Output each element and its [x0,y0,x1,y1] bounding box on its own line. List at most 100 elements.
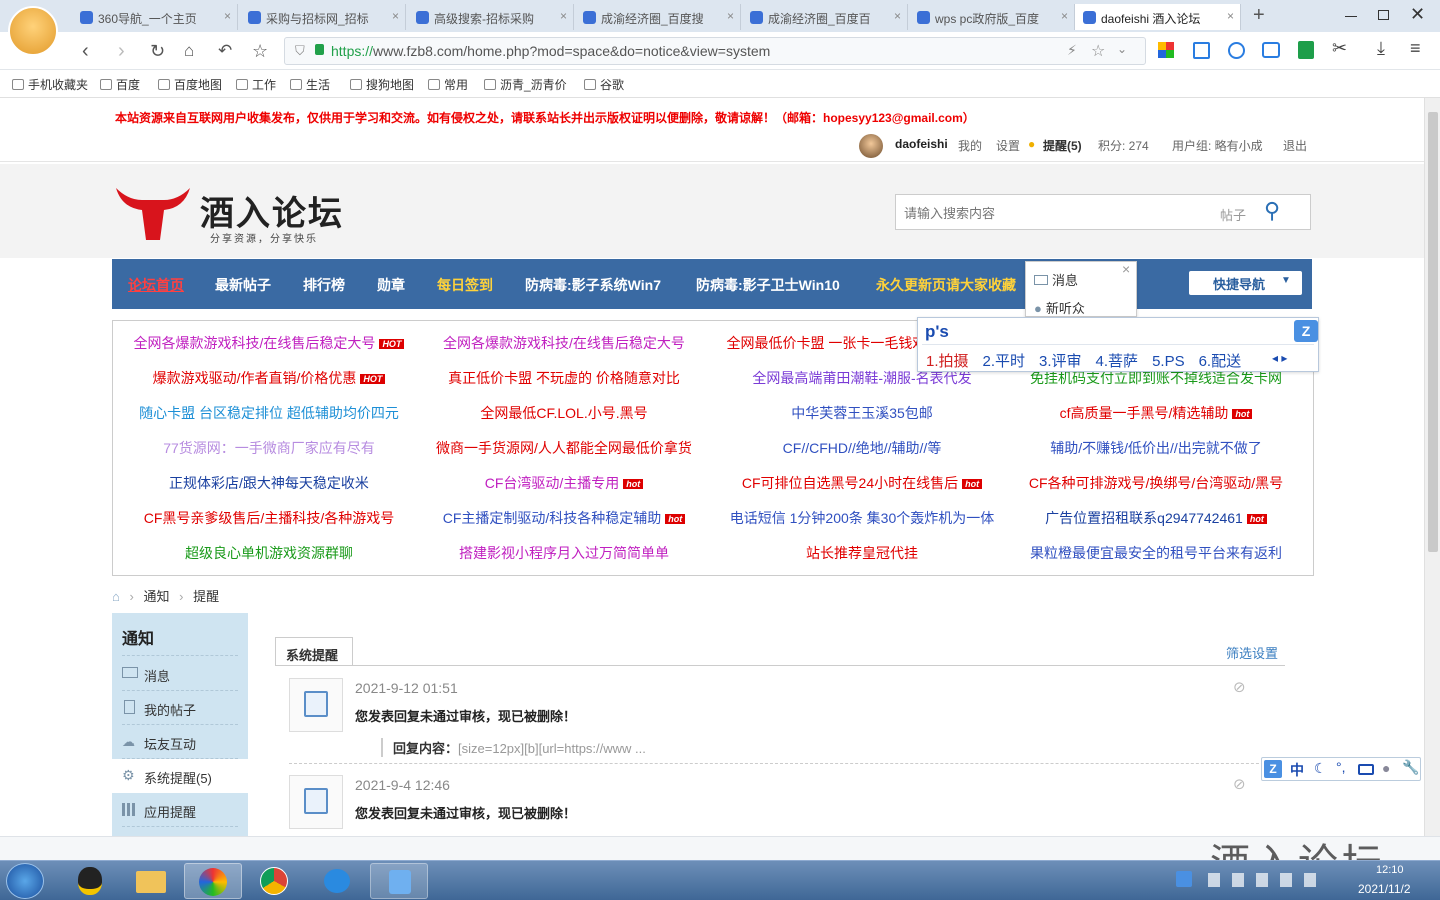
ad-link[interactable]: CF台湾驱动/主播专用 hot [414,473,714,493]
back-icon[interactable]: ‹ [82,40,89,62]
ime-candidate[interactable]: 3.评审 [1039,353,1082,370]
sidebar-item-interaction[interactable]: ☁ 坛友互动 [122,725,238,759]
ad-link[interactable]: 77货源网：一手微商厂家应有尽有 [119,438,419,458]
ad-link[interactable]: 随心卡盟 台区稳定排位 超低辅助均价四元 [119,403,419,423]
translate-icon[interactable] [1193,42,1210,59]
bookmark-item[interactable]: 百度 [100,76,140,93]
popup-item-messages[interactable]: 消息 [1034,270,1078,289]
window-close-button[interactable]: ✕ [1410,4,1425,25]
undo-icon[interactable]: ↶ [218,40,232,62]
ad-link[interactable]: 全网各爆款游戏科技/在线售后稳定大号 HOT [119,333,419,353]
new-tab-button[interactable]: + [1253,4,1265,27]
ignore-icon[interactable]: ⊘ [1233,775,1246,793]
ad-link[interactable]: CF可排位自选黑号24小时在线售后 hot [712,473,1012,493]
keyboard-icon[interactable] [1358,764,1374,775]
ad-link[interactable]: 微商一手货源网/人人都能全网最低价拿货 [414,438,714,458]
scrollbar-thumb[interactable] [1428,112,1438,552]
page-scrollbar[interactable] [1424,98,1440,836]
quick-nav-button[interactable]: 快捷导航 ▼ [1189,271,1302,295]
apps-grid-icon[interactable] [1158,42,1174,58]
menu-item-win10[interactable]: 防病毒:影子卫士Win10 [696,275,840,295]
sidebar-item-my-posts[interactable]: 我的帖子 [122,691,238,725]
sidebar-item-system[interactable]: ⚙ 系统提醒(5) [112,759,248,793]
bookmark-item[interactable]: 生活 [290,76,330,93]
download-icon[interactable]: ⤓ [1377,38,1385,59]
taskbar-qq[interactable] [60,863,118,899]
ime-next-page-icon[interactable]: ◂ ▸ [1272,351,1287,365]
window-restore-button[interactable] [1378,10,1389,20]
tray-date[interactable]: 2021/11/2 [1358,882,1411,896]
filter-settings-link[interactable]: 筛选设置 [1226,643,1278,662]
ad-link[interactable]: CF主播定制驱动/科技各种稳定辅助 hot [414,508,714,528]
search-icon[interactable]: ⚲ [1264,198,1280,224]
site-logo-name[interactable]: 酒入论坛 [200,186,344,235]
taskbar-explorer[interactable] [122,863,180,899]
ad-link[interactable]: 超级良心单机游戏资源群聊 [119,543,419,563]
window-minimize-button[interactable] [1345,16,1357,17]
tray-icons[interactable] [1208,873,1328,887]
tray-time[interactable]: 12:10 [1376,864,1404,876]
ad-link[interactable]: 全网最低CF.LOL.小号.黑号 [414,403,714,423]
ad-link[interactable]: CF各种可排游戏号/换绑号/台湾驱动/黑号 [1006,473,1306,493]
lightning-icon[interactable]: ⚡ [1067,42,1077,59]
browser-tab[interactable]: 采购与招标网_招标 × [240,4,406,30]
browser-tab[interactable]: daofeishi 酒入论坛 × [1075,4,1241,30]
user-link-reminders[interactable]: 提醒(5) [1043,137,1082,154]
ime-mode-toggle[interactable]: 中 [1290,760,1304,780]
user-icon[interactable]: ● [1382,760,1390,776]
tray-ime-icon[interactable] [1176,871,1192,887]
ime-candidate[interactable]: 1.拍摄 [926,353,969,370]
menu-item-win7[interactable]: 防病毒:影子系统Win7 [525,275,661,295]
menu-item-latest[interactable]: 最新帖子 [215,275,271,295]
ad-link[interactable]: 广告位置招租联系q2947742461 hot [1006,508,1306,528]
taskbar-qq-chat[interactable] [308,863,366,899]
ad-link[interactable]: 真正低价卡盟 不玩虚的 价格随意对比 [414,368,714,388]
tab-close-icon[interactable]: × [392,9,399,23]
ime-candidate[interactable]: 2.平时 [983,353,1026,370]
chevron-down-icon[interactable]: ⌄ [1117,42,1127,56]
screenshot-icon[interactable] [1262,42,1280,58]
browser-tab[interactable]: wps pc政府版_百度 × [909,4,1075,30]
address-bar[interactable]: ⛉ https://www.fzb8.com/home.php?mod=spac… [284,37,1146,65]
favorite-star-icon[interactable]: ☆ [252,40,268,62]
user-points[interactable]: 积分: 274 [1098,137,1149,154]
ime-candidate[interactable]: 6.配送 [1199,353,1242,370]
bookmark-item[interactable]: 工作 [236,76,276,93]
forward-icon[interactable]: › [118,40,125,62]
browser-logo-icon[interactable] [8,6,58,56]
tab-close-icon[interactable]: × [1227,9,1234,23]
browser-tab[interactable]: 成渝经济圈_百度百 × [742,4,908,30]
tab-close-icon[interactable]: × [894,9,901,23]
tab-close-icon[interactable]: × [224,9,231,23]
user-link-my[interactable]: 我的 [958,137,982,154]
ad-link[interactable]: 中华芙蓉王玉溪35包邮 [712,403,1012,423]
menu-item-bookmark[interactable]: 永久更新页请大家收藏 [876,275,1016,295]
browser-tab[interactable]: 高级搜索-招标采购 × [408,4,574,30]
sidebar-item-apps[interactable]: 应用提醒 [122,793,238,827]
bookmark-star-icon[interactable]: ☆ [1091,41,1105,61]
tab-close-icon[interactable]: × [560,9,567,23]
wrench-icon[interactable]: 🔧 [1402,759,1419,776]
tab-system-reminders[interactable]: 系统提醒 [275,637,353,666]
tab-close-icon[interactable]: × [1061,9,1068,23]
reload-icon[interactable]: ↻ [150,40,165,62]
avatar[interactable] [859,134,883,158]
user-group[interactable]: 用户组: 略有小成 [1172,137,1263,154]
popup-item-followers[interactable]: ● 新听众 [1034,298,1085,317]
minus-circle-icon[interactable] [1228,42,1245,59]
ad-link[interactable]: cf高质量一手黑号/精选辅助 hot [1006,403,1306,423]
ad-link[interactable]: 爆款游戏驱动/作者直销/价格优惠 HOT [119,368,419,388]
ime-candidate[interactable]: 4.菩萨 [1096,353,1139,370]
tab-close-icon[interactable]: × [727,9,734,23]
ad-link[interactable]: CF//CFHD//绝地//辅助//等 [712,438,1012,458]
ad-link[interactable]: 全网各爆款游戏科技/在线售后稳定大号 [414,333,714,353]
punctuation-icon[interactable]: °, [1336,759,1346,775]
search-input[interactable] [904,203,1104,223]
ad-link[interactable]: 电话短信 1分钟200条 集30个轰炸机为一体 [712,508,1012,528]
taskbar-chrome[interactable] [246,863,304,899]
scissors-icon[interactable]: ✂ [1332,38,1347,59]
bookmark-item[interactable]: 常用 [428,76,468,93]
bookmark-item[interactable]: 沥青_沥青价 [484,76,567,93]
username-link[interactable]: daofeishi [895,137,948,151]
bookmark-item[interactable]: 谷歌 [584,76,624,93]
